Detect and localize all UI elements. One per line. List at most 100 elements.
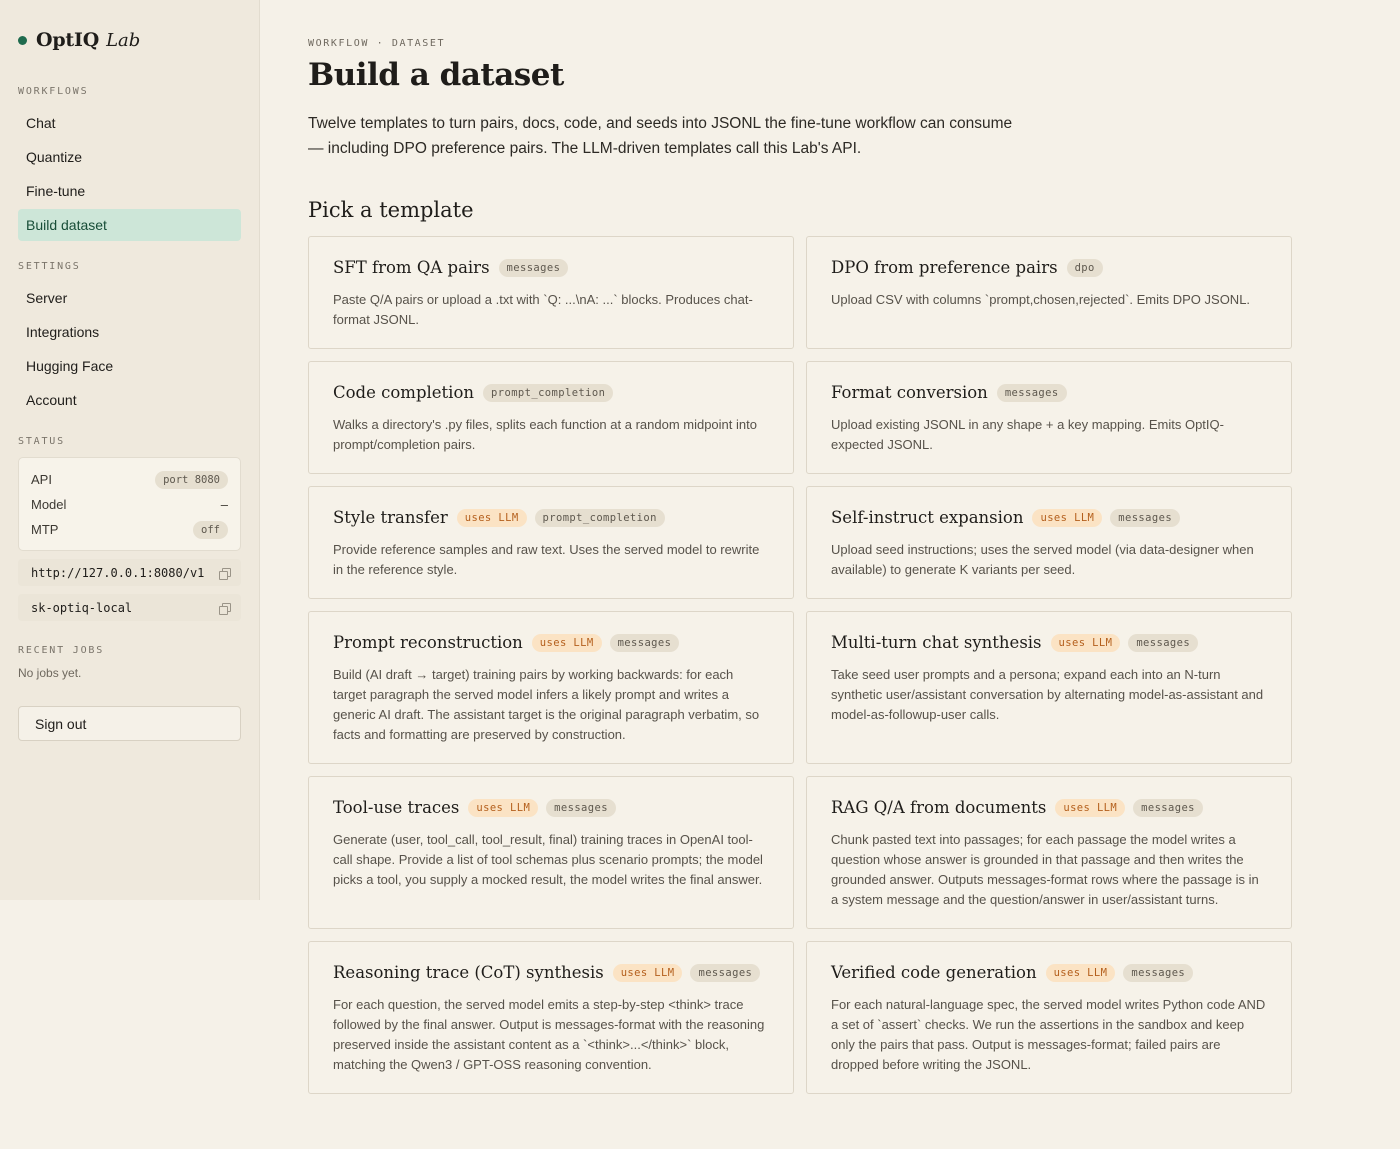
status-badge-mtp: off: [193, 520, 228, 539]
template-card-description: Generate (user, tool_call, tool_result, …: [333, 832, 763, 887]
template-card-description: For each natural-language spec, the serv…: [831, 997, 1266, 1072]
uses-llm-badge: uses LLM: [1045, 963, 1116, 982]
status-panel: API port 8080 Model – MTP off: [18, 457, 241, 551]
recent-jobs-empty: No jobs yet.: [18, 666, 82, 680]
recent-jobs-section-title: RECENT JOBS: [18, 645, 105, 656]
breadcrumb: WORKFLOW · DATASET: [308, 38, 446, 49]
sidebar-item-server[interactable]: Server: [18, 282, 241, 314]
template-card-header: Style transfer uses LLM prompt_completion: [333, 508, 769, 527]
template-card-title: SFT from QA pairs: [333, 258, 490, 277]
uses-llm-badge: uses LLM: [456, 508, 527, 527]
template-card[interactable]: SFT from QA pairs messages Paste Q/A pairs…: [308, 236, 794, 349]
api-key-field[interactable]: sk-optiq-local: [18, 594, 241, 621]
template-card-header: DPO from preference pairs dpo: [831, 258, 1267, 277]
template-card-description: Walks a directory's .py files, splits ea…: [333, 417, 757, 452]
status-badge-api: port 8080: [155, 470, 228, 489]
sidebar-item-integrations[interactable]: Integrations: [18, 316, 241, 348]
endpoint-url-value: http://127.0.0.1:8080/v1: [31, 565, 205, 580]
settings-nav: Server Integrations Hugging Face Account: [18, 282, 241, 416]
template-card-title: Style transfer: [333, 508, 448, 527]
template-card-header: Reasoning trace (CoT) synthesis uses LLM m…: [333, 963, 769, 982]
brand-suffix: Lab: [106, 29, 141, 51]
section-title-pick-template: Pick a template: [308, 198, 474, 222]
template-card-title: Self-instruct expansion: [831, 508, 1024, 527]
status-value-model: –: [220, 497, 228, 512]
template-card-header: Prompt reconstruction uses LLM messages: [333, 633, 769, 652]
template-card[interactable]: Verified code generation uses LLM messages…: [806, 941, 1292, 1094]
brand-dot-icon: [18, 35, 27, 45]
template-card-title: Prompt reconstruction: [333, 633, 523, 652]
template-card-header: Tool-use traces uses LLM messages: [333, 798, 769, 817]
template-card-title: RAG Q/A from documents: [831, 798, 1047, 817]
status-row-mtp: MTP off: [31, 517, 228, 542]
template-card-title: DPO from preference pairs: [831, 258, 1058, 277]
template-card-description: Build (AI draft → target) training pairs…: [333, 667, 760, 742]
format-badge: messages: [546, 798, 616, 817]
settings-section-title: SETTINGS: [18, 261, 81, 272]
template-card[interactable]: Reasoning trace (CoT) synthesis uses LLM m…: [308, 941, 794, 1094]
uses-llm-badge: uses LLM: [1032, 508, 1103, 527]
template-card[interactable]: RAG Q/A from documents uses LLM messages Ch…: [806, 776, 1292, 929]
sidebar: OptIQ Lab WORKFLOWS Chat Quantize Fine-t…: [0, 0, 260, 900]
template-card[interactable]: Self-instruct expansion uses LLM messages U…: [806, 486, 1292, 599]
sidebar-item-account[interactable]: Account: [18, 384, 241, 416]
uses-llm-badge: uses LLM: [1050, 633, 1121, 652]
template-card-title: Code completion: [333, 383, 475, 402]
template-card-description: Upload seed instructions; uses the serve…: [831, 542, 1254, 577]
template-card-title: Tool-use traces: [333, 798, 460, 817]
template-card-title: Format conversion: [831, 383, 988, 402]
format-badge: messages: [498, 258, 569, 277]
template-card[interactable]: Tool-use traces uses LLM messages Generate …: [308, 776, 794, 929]
template-card-description: Upload existing JSONL in any shape + a k…: [831, 417, 1224, 452]
page-intro: Twelve templates to turn pairs, docs, co…: [308, 115, 1013, 157]
workflows-section-title: WORKFLOWS: [18, 86, 89, 97]
format-badge: messages: [1128, 633, 1199, 652]
template-card[interactable]: DPO from preference pairs dpo Upload CSV w…: [806, 236, 1292, 349]
format-badge: messages: [609, 633, 680, 652]
copy-icon[interactable]: [219, 603, 231, 615]
status-section-title: STATUS: [18, 436, 65, 447]
status-row-model: Model –: [31, 492, 228, 517]
copy-icon[interactable]: [219, 568, 231, 580]
format-badge: messages: [1123, 963, 1194, 982]
template-card-title: Multi-turn chat synthesis: [831, 633, 1042, 652]
template-card-title: Reasoning trace (CoT) synthesis: [333, 963, 604, 982]
sign-out-button[interactable]: Sign out: [18, 706, 241, 741]
status-label-mtp: MTP: [31, 522, 59, 537]
template-card-description: Take seed user prompts and a persona; ex…: [831, 667, 1264, 722]
brand-logo[interactable]: OptIQ Lab: [18, 28, 241, 52]
template-card-title: Verified code generation: [831, 963, 1037, 982]
template-card[interactable]: Prompt reconstruction uses LLM messages Bui…: [308, 611, 794, 764]
status-row-api: API port 8080: [31, 467, 228, 492]
status-label-model: Model: [31, 497, 67, 512]
uses-llm-badge: uses LLM: [612, 963, 683, 982]
template-card-header: SFT from QA pairs messages: [333, 258, 769, 277]
workflows-nav: Chat Quantize Fine-tune Build dataset: [18, 107, 241, 241]
sidebar-item-chat[interactable]: Chat: [18, 107, 241, 139]
template-grid: SFT from QA pairs messages Paste Q/A pairs…: [308, 236, 1292, 1106]
template-card-description: For each question, the served model emit…: [333, 997, 765, 1072]
sidebar-item-build-dataset[interactable]: Build dataset: [18, 209, 241, 241]
template-card-header: Format conversion messages: [831, 383, 1267, 402]
uses-llm-badge: uses LLM: [1055, 798, 1126, 817]
sidebar-item-fine-tune[interactable]: Fine-tune: [18, 175, 241, 207]
template-card[interactable]: Format conversion messages Upload existing…: [806, 361, 1292, 474]
sidebar-item-quantize[interactable]: Quantize: [18, 141, 241, 173]
format-badge: prompt_completion: [483, 383, 614, 402]
template-card-description: Paste Q/A pairs or upload a .txt with `Q…: [333, 292, 753, 327]
format-badge: messages: [1133, 798, 1203, 817]
template-card-description: Upload CSV with columns `prompt,chosen,r…: [831, 292, 1251, 307]
api-key-value: sk-optiq-local: [31, 600, 133, 615]
template-card-header: RAG Q/A from documents uses LLM messages: [831, 798, 1267, 817]
format-badge: messages: [690, 963, 761, 982]
template-card[interactable]: Style transfer uses LLM prompt_completion P…: [308, 486, 794, 599]
endpoint-url-field[interactable]: http://127.0.0.1:8080/v1: [18, 559, 241, 586]
template-card-description: Chunk pasted text into passages; for eac…: [831, 832, 1259, 907]
page-title: Build a dataset: [308, 57, 564, 93]
template-card-header: Code completion prompt_completion: [333, 383, 769, 402]
template-card[interactable]: Code completion prompt_completion Walks a …: [308, 361, 794, 474]
sidebar-item-hugging-face[interactable]: Hugging Face: [18, 350, 241, 382]
template-card[interactable]: Multi-turn chat synthesis uses LLM message…: [806, 611, 1292, 764]
template-card-header: Multi-turn chat synthesis uses LLM message…: [831, 633, 1267, 652]
uses-llm-badge: uses LLM: [468, 798, 539, 817]
